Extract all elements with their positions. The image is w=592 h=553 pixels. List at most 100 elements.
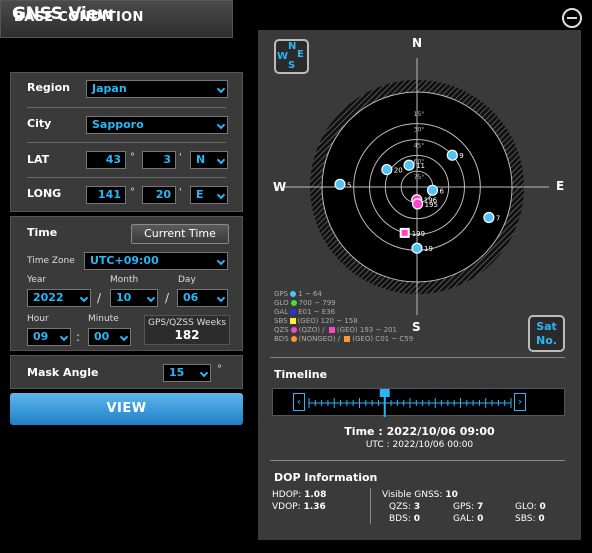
month-label: Month (110, 275, 139, 285)
minute-value: 00 (94, 330, 110, 343)
satellite-dot (411, 242, 423, 254)
chevron-down-icon (216, 120, 226, 130)
compass-rose-w: W (277, 51, 289, 62)
chevron-down-icon (216, 293, 226, 303)
minute-symbol: ' (179, 187, 182, 198)
satellite-id-label: 19 (424, 245, 433, 253)
legend-sbs: SBS (GEO) 120 ~ 158 (274, 317, 358, 325)
satellite-id-label: 6 (439, 187, 444, 195)
time-display: Time : 2022/10/06 09:00 (258, 425, 581, 438)
long-direction-select[interactable]: E (190, 186, 228, 204)
visible-gnss: Visible GNSS: 10 (382, 490, 458, 500)
month-select[interactable]: 10 (110, 289, 158, 307)
time-label: Time (344, 425, 375, 438)
long-direction-value: E (196, 188, 204, 201)
satellite-id-label: 195 (425, 201, 438, 209)
satellite-dot (426, 184, 439, 196)
divider (27, 107, 226, 108)
timeline-next-button[interactable]: › (514, 393, 526, 411)
minute-label: Minute (88, 314, 119, 324)
city-label: City (27, 117, 52, 130)
compass-rose-s: S (288, 60, 296, 71)
hour-label: Hour (27, 314, 49, 324)
hour-select[interactable]: 09 (27, 328, 71, 346)
sat-number-toggle-button[interactable]: Sat No. (528, 315, 565, 352)
dop-title: DOP Information (274, 471, 378, 484)
lat-degrees-input[interactable]: 43 (86, 151, 126, 169)
year-label: Year (27, 275, 47, 285)
collapse-minus-icon[interactable] (562, 8, 582, 28)
satellite-marker[interactable]: 195 (411, 198, 438, 210)
chevron-down-icon (216, 84, 226, 94)
satellite-marker[interactable]: 5 (334, 178, 351, 190)
year-select[interactable]: 2022 (27, 289, 91, 307)
base-condition-title: BASE CONDITION (14, 10, 144, 25)
city-select[interactable]: Sapporo (86, 116, 228, 134)
satellite-dot (381, 163, 393, 176)
elevation-label: 45° (414, 143, 425, 150)
region-select[interactable]: Japan (86, 80, 228, 98)
satellite-dot (411, 198, 424, 210)
vdop: VDOP: 1.36 (272, 502, 326, 512)
location-panel: Region Japan City Sapporo LAT 43 ° 3 ' N… (10, 72, 243, 212)
satellite-id-label: 11 (416, 162, 425, 170)
compass-east: E (556, 179, 565, 193)
glo-count: GLO: 0 (515, 502, 546, 512)
satellite-marker[interactable]: 6 (426, 184, 444, 196)
divider (27, 177, 226, 178)
utc-value: 2022/10/06 00:00 (392, 440, 474, 450)
compass-west: W (273, 180, 287, 194)
utc-label: UTC (365, 440, 384, 450)
compass-north: N (412, 36, 423, 50)
timeline-title: Timeline (274, 368, 328, 381)
elevation-label: 15° (414, 111, 425, 118)
current-time-button[interactable]: Current Time (131, 224, 229, 244)
long-degrees-input[interactable]: 141 (86, 186, 126, 204)
elevation-label: 75° (414, 174, 425, 181)
satellite-dot (446, 149, 458, 161)
view-button[interactable]: VIEW (10, 393, 243, 425)
region-value: Japan (92, 82, 127, 95)
day-select[interactable]: 06 (177, 289, 228, 307)
mask-angle-label: Mask Angle (27, 366, 99, 379)
compass-rose-button[interactable]: N S E W (274, 39, 309, 74)
year-value: 2022 (33, 291, 64, 304)
satellite-marker[interactable]: 9 (446, 149, 464, 161)
minute-symbol: ' (179, 152, 182, 163)
lat-direction-select[interactable]: N (190, 151, 228, 169)
gps-weeks-box: GPS/QZSS Weeks 182 (144, 315, 230, 345)
region-label: Region (27, 81, 70, 94)
timezone-select[interactable]: UTC+09:00 (84, 252, 228, 270)
lat-minutes-input[interactable]: 3 (142, 151, 176, 169)
chevron-down-icon (59, 332, 69, 342)
satellite-dot (334, 178, 346, 190)
satellite-marker[interactable]: 7 (483, 211, 500, 224)
elevation-label: 30° (414, 127, 425, 134)
mask-angle-select[interactable]: 15 (163, 364, 211, 382)
compass-rose-e: E (297, 49, 304, 60)
utc-colon: : (386, 440, 390, 450)
hour-value: 09 (33, 330, 49, 343)
lat-direction-value: N (196, 153, 206, 166)
legend-qzs: QZS (QZO) / (GEO) 193 ~ 201 (274, 326, 397, 334)
satellite-id-label: 5 (347, 181, 351, 189)
satellite-id-label: 7 (496, 215, 500, 223)
sat-no-line2: No. (536, 334, 557, 347)
minute-select[interactable]: 00 (88, 328, 131, 346)
timeline-slider[interactable]: ‹ › (272, 388, 565, 417)
month-value: 10 (116, 291, 132, 304)
lat-label: LAT (27, 153, 50, 166)
long-minutes-input[interactable]: 20 (142, 186, 176, 204)
time-value: 2022/10/06 09:00 (386, 425, 495, 438)
time-panel: Time Current Time Time Zone UTC+09:00 Ye… (10, 216, 243, 351)
chevron-down-icon (216, 190, 226, 200)
degree-symbol: ° (130, 187, 135, 198)
divider (270, 357, 565, 358)
satellite-marker[interactable]: 199 (399, 227, 425, 238)
chevron-down-icon (146, 293, 156, 303)
chevron-down-icon (199, 368, 209, 378)
divider (27, 142, 226, 143)
satellite-dot (403, 159, 415, 171)
mask-angle-value: 15 (169, 366, 185, 379)
legend-gal: GAL E01 ~ E36 (274, 308, 336, 316)
